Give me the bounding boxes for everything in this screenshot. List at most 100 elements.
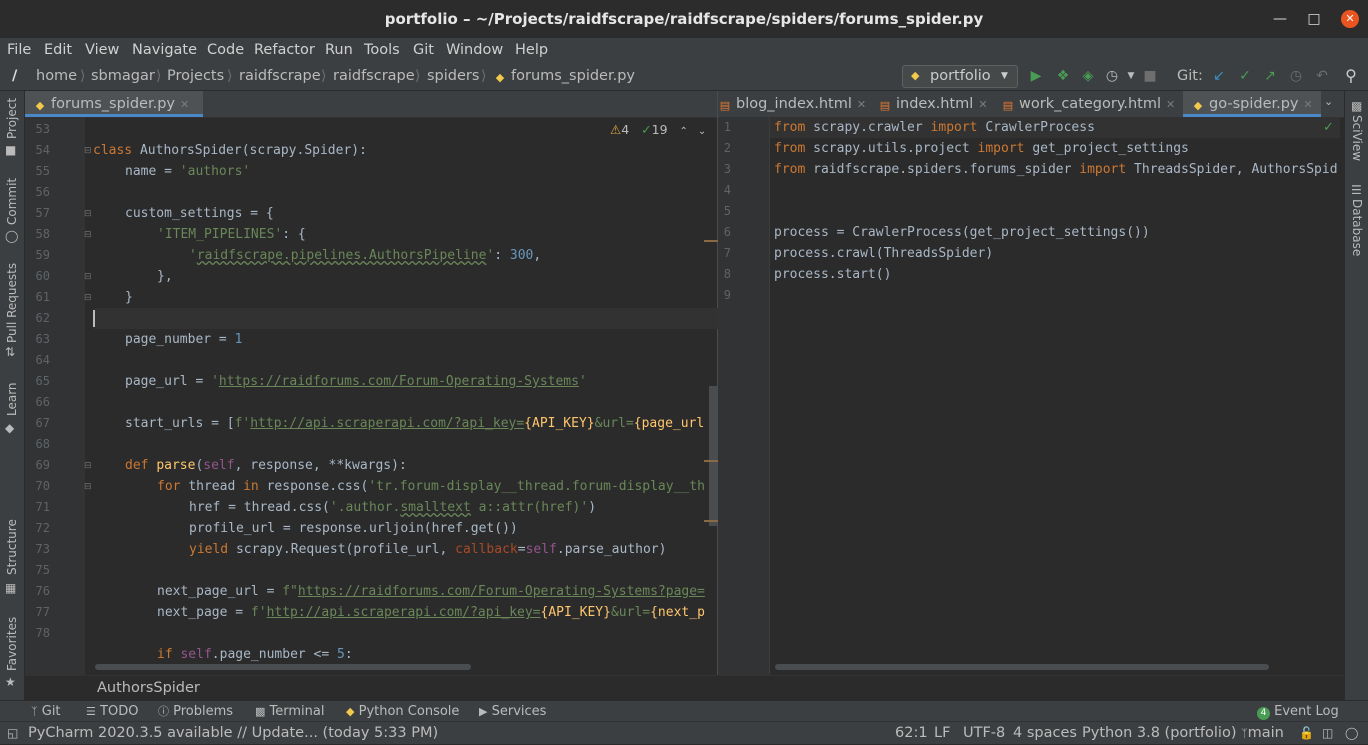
code-line[interactable]: process.crawl(ThreadsSpider) (774, 243, 993, 264)
code-line[interactable]: for thread in response.css('tr.forum-dis… (157, 476, 717, 497)
code-line[interactable]: from scrapy.utils.project import get_pro… (774, 138, 1189, 159)
breadcrumb-sbmagar[interactable]: sbmagar (91, 62, 155, 90)
code-line[interactable]: }, (157, 266, 173, 287)
code-line[interactable]: def parse(self, response, **kwargs): (125, 455, 407, 476)
tool-database[interactable]: Database (1350, 199, 1364, 256)
menu-tools[interactable]: Tools (364, 38, 400, 62)
line-separator[interactable]: LF (934, 722, 950, 744)
tab-blog-index[interactable]: ▤ blog_index.html ✕ (718, 91, 876, 117)
run-configuration-selector[interactable]: ◆ portfolio ▼ (902, 65, 1018, 88)
git-push-icon[interactable]: ↗ (1261, 67, 1279, 85)
horizontal-scrollbar[interactable] (775, 664, 1269, 670)
tool-services[interactable]: ▶ Services (479, 701, 546, 722)
code-line[interactable]: } (125, 287, 133, 308)
tool-git[interactable]: ᛉ Git (31, 701, 61, 722)
more-run-options-icon[interactable]: ▼ (1122, 67, 1140, 85)
git-history-icon[interactable]: ◷ (1287, 67, 1305, 85)
code-line[interactable]: next_page = f'http://api.scraperapi.com/… (157, 602, 717, 623)
run-icon[interactable]: ▶ (1027, 67, 1045, 85)
tool-project[interactable]: Project (5, 98, 19, 139)
code-line[interactable]: 'ITEM_PIPELINES': { (157, 224, 306, 245)
code-line[interactable]: process.start() (774, 264, 891, 285)
code-line[interactable]: from scrapy.crawler import CrawlerProces… (774, 117, 1095, 138)
code-line[interactable]: from raidfscrape.spiders.forums_spider i… (774, 159, 1342, 180)
menu-edit[interactable]: Edit (44, 38, 72, 62)
close-tab-icon[interactable]: ✕ (1304, 98, 1313, 111)
breadcrumb-home[interactable]: home (36, 62, 77, 90)
close-tab-icon[interactable]: ✕ (1166, 98, 1175, 111)
vertical-scrollbar[interactable] (709, 386, 717, 526)
tab-go-spider[interactable]: ◆ go-spider.py ✕ (1183, 91, 1321, 117)
error-stripe-mark[interactable] (704, 460, 718, 462)
status-message[interactable]: PyCharm 2020.3.5 available // Update... … (28, 722, 438, 744)
menu-view[interactable]: View (85, 38, 119, 62)
breadcrumb-projects[interactable]: Projects (167, 62, 224, 90)
tool-problems[interactable]: ⓘ Problems (158, 701, 233, 722)
code-line[interactable]: class AuthorsSpider(scrapy.Spider): (93, 140, 367, 161)
inspector-icon[interactable]: ◯ (1345, 722, 1358, 744)
structure-breadcrumb[interactable]: AuthorsSpider (97, 676, 200, 700)
caret-position[interactable]: 62:1 (895, 722, 928, 744)
code-line[interactable]: if self.page_number <= 5: (157, 644, 353, 665)
tool-commit[interactable]: Commit (5, 178, 19, 225)
breadcrumb-raidfscrape-pkg[interactable]: raidfscrape (333, 62, 415, 90)
menu-help[interactable]: Help (515, 38, 548, 62)
tool-event-log[interactable]: 4 Event Log (1257, 701, 1339, 722)
tool-pull-requests[interactable]: Pull Requests (5, 263, 19, 343)
git-branch[interactable]: ᛉmain (1241, 722, 1284, 744)
breadcrumb-file[interactable]: ◆ forums_spider.py (493, 62, 635, 90)
tool-python-console[interactable]: ◆ Python Console (346, 701, 459, 722)
code-line[interactable]: name = 'authors' (125, 161, 250, 182)
stop-icon[interactable]: ■ (1141, 67, 1159, 85)
fold-icon[interactable]: ⊟ (84, 146, 92, 156)
horizontal-scrollbar[interactable] (95, 664, 471, 670)
menu-refactor[interactable]: Refactor (254, 38, 315, 62)
fold-icon[interactable]: ⊟ (84, 272, 92, 282)
close-tab-icon[interactable]: ✕ (978, 98, 987, 111)
tool-structure[interactable]: Structure (5, 519, 19, 575)
tool-todo[interactable]: ☰ TODO (86, 701, 138, 722)
code-line[interactable]: next_page_url = f"https://raidforums.com… (157, 581, 717, 602)
profile-icon[interactable]: ◷ (1103, 67, 1121, 85)
tab-index[interactable]: ▤ index.html ✕ (878, 91, 998, 117)
coverage-icon[interactable]: ◈ (1079, 67, 1097, 85)
menu-code[interactable]: Code (207, 38, 244, 62)
tool-sciview[interactable]: SciView (1350, 115, 1364, 161)
git-rollback-icon[interactable]: ↶ (1313, 67, 1331, 85)
no-problems-check-icon[interactable]: ✓ (1323, 120, 1334, 135)
menu-navigate[interactable]: Navigate (132, 38, 197, 62)
fold-icon[interactable]: ⊟ (84, 482, 92, 492)
breadcrumb-spiders[interactable]: spiders (427, 62, 479, 90)
fold-icon[interactable]: ⊟ (84, 293, 92, 303)
memory-indicator-icon[interactable]: ◫ (1322, 722, 1333, 744)
error-stripe-mark[interactable] (704, 520, 718, 522)
fold-icon[interactable]: ⊟ (84, 230, 92, 240)
code-line[interactable]: start_urls = [f'http://api.scraperapi.co… (125, 413, 717, 434)
tool-favorites[interactable]: Favorites (5, 617, 19, 671)
lock-icon[interactable]: 🔓 (1299, 722, 1314, 744)
search-everywhere-icon[interactable]: ⚲ (1342, 67, 1360, 85)
menu-file[interactable]: File (7, 38, 31, 62)
tool-terminal[interactable]: ▩ Terminal (255, 701, 325, 722)
code-line[interactable]: page_number = 1 (125, 329, 242, 350)
code-line[interactable]: href = thread.css('.author.smalltext a::… (189, 497, 596, 518)
tool-learn[interactable]: Learn (5, 382, 19, 416)
menu-window[interactable]: Window (446, 38, 503, 62)
chevron-up-icon[interactable]: ⌃ (680, 126, 688, 137)
chevron-down-icon[interactable]: ⌄ (1324, 95, 1333, 108)
code-line[interactable]: process = CrawlerProcess(get_project_set… (774, 222, 1150, 243)
close-icon[interactable]: ✕ (1341, 10, 1359, 28)
menu-run[interactable]: Run (325, 38, 353, 62)
git-commit-icon[interactable]: ✓ (1236, 67, 1254, 85)
minimize-icon[interactable]: — (1270, 10, 1290, 28)
python-interpreter[interactable]: Python 3.8 (portfolio) (1082, 722, 1236, 744)
menu-git[interactable]: Git (413, 38, 434, 62)
file-encoding[interactable]: UTF-8 (963, 722, 1005, 744)
fold-icon[interactable]: ⊟ (84, 461, 92, 471)
tab-work-category[interactable]: ▤ work_category.html ✕ (1001, 91, 1183, 117)
tab-forums-spider[interactable]: ◆ forums_spider.py ✕ (25, 91, 203, 117)
code-line[interactable]: profile_url = response.urljoin(href.get(… (189, 518, 518, 539)
git-update-icon[interactable]: ↙ (1210, 67, 1228, 85)
breadcrumb-root[interactable]: / (12, 62, 17, 90)
breadcrumb-raidfscrape[interactable]: raidfscrape (239, 62, 321, 90)
